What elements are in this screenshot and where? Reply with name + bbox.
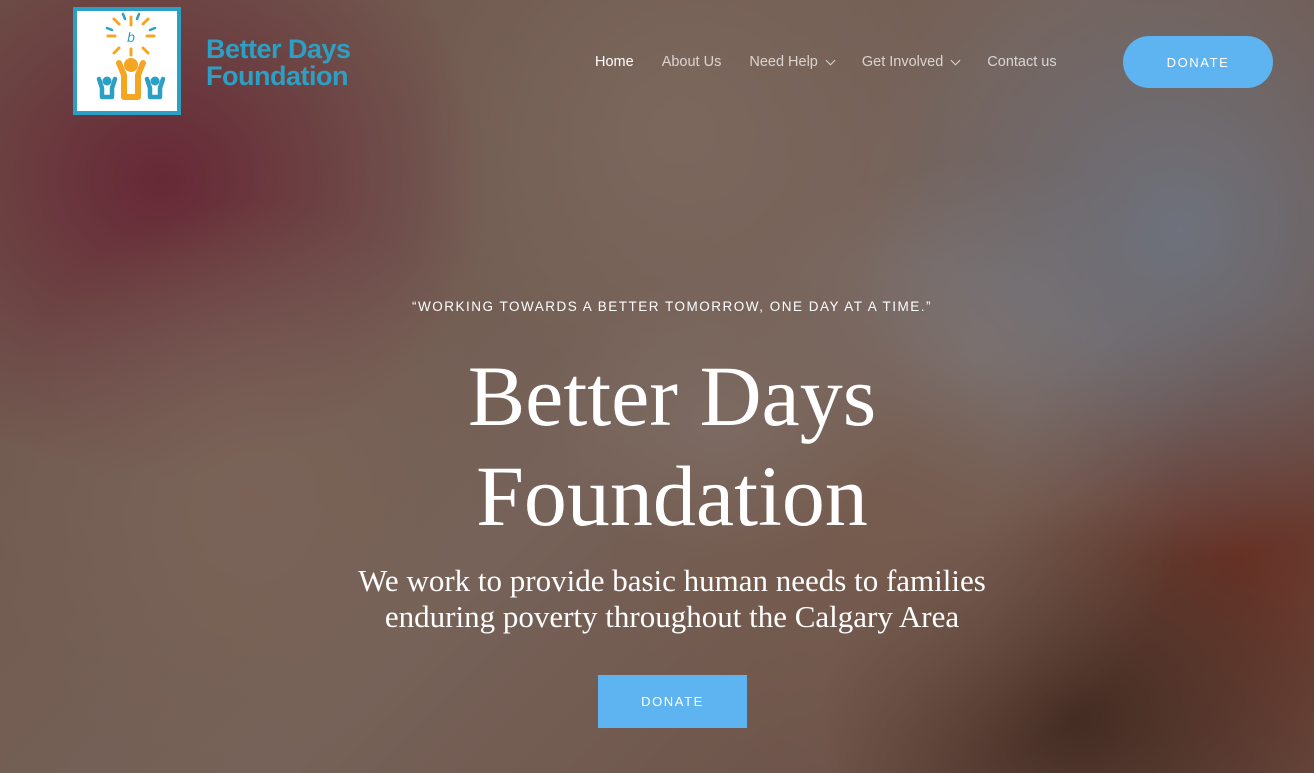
site-logo-text[interactable]: Better Days Foundation [206, 36, 351, 90]
header-donate-button[interactable]: DONATE [1123, 36, 1273, 88]
nav-item-label: About Us [661, 54, 722, 70]
site-logo[interactable]: b [73, 7, 181, 115]
hero-subtitle: We work to provide basic human needs to … [0, 563, 1314, 635]
nav-item-about-us[interactable]: About Us [662, 54, 722, 70]
chevron-down-icon [950, 55, 961, 65]
sun-logo-icon: b [96, 12, 166, 100]
svg-text:b: b [127, 29, 135, 45]
hero-title-line2: Foundation [476, 448, 868, 544]
hero-subtitle-line2: enduring poverty throughout the Calgary … [384, 599, 960, 634]
nav-item-label: Get Involved [861, 54, 944, 70]
hero-tagline: “WORKING TOWARDS A BETTER TOMORROW, ONE … [411, 299, 933, 314]
logo-text-line1: Better Days [206, 34, 351, 64]
chevron-down-icon [825, 55, 836, 65]
hero-section: b Better Days Foundation Home About Us N… [0, 0, 1314, 773]
hero-title-line1: Better Days [467, 348, 877, 444]
hero-subtitle-line1: We work to provide basic human needs to … [358, 563, 986, 598]
hero-donate-button[interactable]: DONATE [598, 675, 747, 728]
people-logo-icon [124, 58, 138, 72]
nav-item-contact-us[interactable]: Contact us [987, 54, 1056, 70]
hero-title: Better Days Foundation [0, 346, 1314, 546]
logo-text-line2: Foundation [206, 61, 348, 91]
nav-item-label: Contact us [987, 54, 1057, 70]
nav-item-label: Home [595, 54, 634, 70]
nav-item-need-help[interactable]: Need Help [749, 54, 836, 70]
site-header: b Better Days Foundation Home About Us N… [0, 0, 1314, 120]
nav-item-get-involved[interactable]: Get Involved [861, 54, 961, 70]
nav-item-label: Need Help [749, 54, 818, 70]
main-nav: Home About Us Need Help Get Involved Con… [595, 52, 1085, 72]
nav-item-home[interactable]: Home [595, 54, 634, 70]
